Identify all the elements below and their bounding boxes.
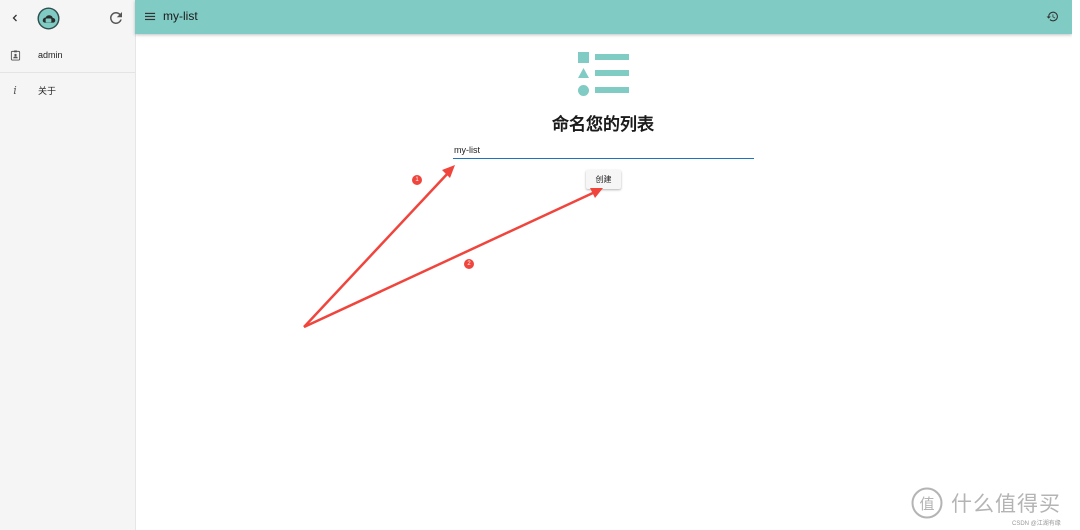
- history-icon[interactable]: [1046, 10, 1059, 23]
- info-icon: i: [13, 83, 17, 97]
- page-title: my-list: [163, 9, 198, 23]
- annotation-badge: 2: [464, 259, 474, 269]
- watermark-logo: 值: [911, 487, 943, 519]
- create-button[interactable]: 创建: [586, 170, 621, 189]
- arrow-1: [303, 171, 450, 328]
- arrow-2: [303, 190, 596, 329]
- list-name-input[interactable]: [453, 143, 754, 159]
- watermark-credit: CSDN @江湖有缘: [1012, 521, 1061, 527]
- menu-icon[interactable]: [145, 11, 156, 22]
- sidebar-item-admin[interactable]: admin: [0, 38, 135, 73]
- refresh-icon[interactable]: [107, 9, 125, 27]
- list-illustration-icon: [578, 52, 629, 96]
- sidebar-item-about[interactable]: i 关于: [0, 73, 135, 107]
- sidebar-item-label: 关于: [38, 85, 57, 96]
- sidebar-item-label: admin: [38, 50, 63, 60]
- app-logo: [37, 7, 60, 30]
- annotation-overlay: [303, 165, 603, 329]
- app-window: admin i 关于 my-list 命名您的列表 创建: [0, 0, 1080, 530]
- dialog-heading: 命名您的列表: [552, 115, 654, 134]
- svg-text:值: 值: [919, 495, 934, 513]
- watermark-text: 什么值得买: [951, 493, 1061, 516]
- back-button[interactable]: [7, 10, 23, 26]
- top-app-bar: my-list: [135, 0, 1072, 34]
- window-edge: [1072, 0, 1080, 530]
- chevron-left-icon: [12, 14, 17, 22]
- sidebar: admin i 关于: [0, 0, 136, 530]
- sidebar-top-bar: [0, 0, 135, 38]
- annotation-badge: 1: [412, 175, 422, 185]
- user-badge-icon: [9, 49, 21, 61]
- arrow-2-head: [590, 188, 603, 198]
- arrow-1-head: [442, 165, 455, 178]
